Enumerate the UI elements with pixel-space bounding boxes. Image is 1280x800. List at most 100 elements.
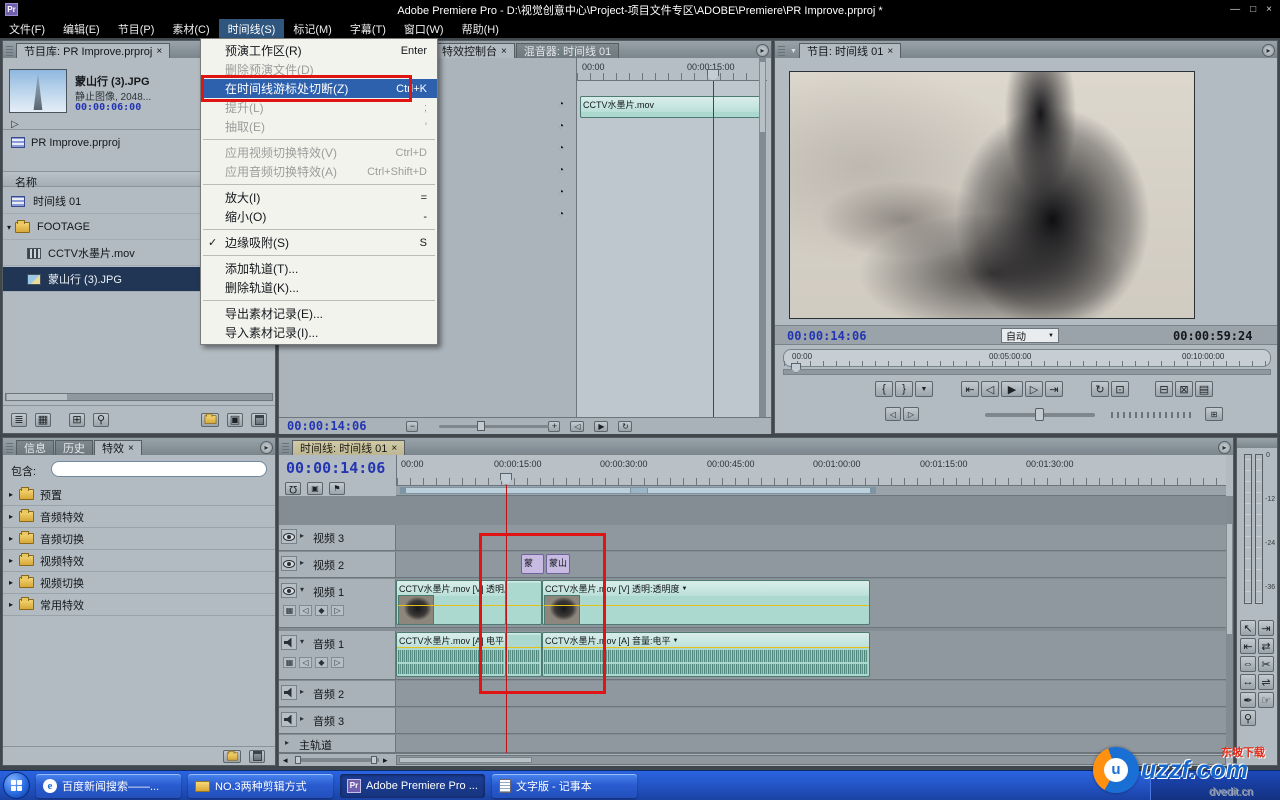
zoom-in-icon[interactable]: +	[548, 421, 560, 432]
set-encore-marker-icon[interactable]: ▣	[307, 482, 323, 495]
panel-menu-icon[interactable]: ▸	[756, 44, 769, 57]
effect-controls-ruler[interactable]: 00:00 00:00:15:00	[577, 58, 767, 81]
clip-a1-segment-1[interactable]: CCTV水墨片.mov [A] 电平▼	[396, 632, 506, 677]
tab-close-icon[interactable]: ×	[887, 46, 893, 57]
hand-tool-icon[interactable]: ☞	[1258, 692, 1274, 708]
zoom-out-icon[interactable]: ◂	[283, 755, 288, 766]
expand-open-icon[interactable]: ▾	[7, 223, 11, 232]
fx-dropdown-icon[interactable]: ▼	[682, 586, 688, 592]
clip-v1-segment-1[interactable]: CCTV水墨片.mov [V] 透明度▼	[396, 580, 506, 625]
track-header-video-2[interactable]: ▸ 视频 2	[279, 552, 396, 578]
menu-item-razor-at-cti[interactable]: 在时间线游标处切断(Z)Ctrl+K	[201, 79, 437, 98]
menu-window[interactable]: 窗口(W)	[395, 19, 453, 39]
track-content-video-3[interactable]	[396, 525, 1226, 551]
next-keyframe-icon[interactable]: ▷	[331, 657, 344, 668]
zoom-out-icon[interactable]: −	[406, 421, 418, 432]
clip-v2-2[interactable]: 蒙山	[546, 554, 570, 574]
tab-project[interactable]: 节目库: PR Improve.prproj×	[16, 43, 170, 58]
effects-bin-favorites[interactable]: ▸ 常用特效	[3, 594, 275, 616]
panel-menu-icon[interactable]: ▸	[1218, 441, 1231, 454]
timeline-vscrollbar[interactable]	[1226, 496, 1233, 753]
stopwatch-icon[interactable]: ◔	[558, 143, 564, 154]
track-output-toggle[interactable]	[281, 529, 297, 544]
trim-icon[interactable]: ⊞	[1205, 407, 1223, 421]
rolling-edit-tool-icon[interactable]: ⇄	[1258, 638, 1274, 654]
track-header-audio-2[interactable]: ▸ 音频 2	[279, 681, 396, 707]
program-current-timecode[interactable]: 00:00:14:06	[787, 329, 866, 343]
menu-item-import-batch-list[interactable]: 导入素材记录(I)...	[201, 323, 437, 342]
menu-item-zoom-out[interactable]: 缩小(O)-	[201, 207, 437, 226]
expand-closed-icon[interactable]: ▸	[300, 558, 304, 567]
effect-controls-timecode[interactable]: 00:00:14:06	[287, 419, 366, 433]
menu-item-zoom-in[interactable]: 放大(I)=	[201, 188, 437, 207]
track-header-video-1[interactable]: ▾ 视频 1 ▦ ◁ ◆ ▷	[279, 579, 396, 628]
menu-item-add-tracks[interactable]: 添加轨道(T)...	[201, 259, 437, 278]
menu-file[interactable]: 文件(F)	[0, 19, 54, 39]
program-ruler[interactable]: 00:00 00:05:00:00 00:10:00:00	[783, 349, 1271, 367]
expand-closed-icon[interactable]: ▸	[9, 512, 13, 521]
panel-grip[interactable]	[778, 45, 785, 56]
tab-effect-controls[interactable]: 特效控制台×	[434, 43, 515, 58]
expand-closed-icon[interactable]: ▸	[285, 738, 289, 747]
new-custom-bin-icon[interactable]	[223, 750, 241, 763]
play-icon[interactable]: ▶	[1001, 381, 1023, 397]
selection-tool-icon[interactable]: ↖	[1240, 620, 1256, 636]
menu-timeline[interactable]: 时间线(S)	[219, 19, 285, 39]
set-marker-icon[interactable]: ▼	[915, 381, 933, 397]
panel-grip[interactable]	[282, 442, 289, 453]
effects-bin-audio-transitions[interactable]: ▸ 音频切换	[3, 528, 275, 550]
track-header-video-3[interactable]: ▸ 视频 3	[279, 525, 396, 551]
tab-close-icon[interactable]: ×	[128, 443, 134, 454]
shuttle-slider[interactable]	[985, 413, 1095, 417]
fit-dropdown[interactable]: 自动▼	[1001, 328, 1059, 343]
menu-item-export-batch-list[interactable]: 导出素材记录(E)...	[201, 304, 437, 323]
set-marker-icon[interactable]: ⚑	[329, 482, 345, 495]
rate-stretch-tool-icon[interactable]: ⇔	[1240, 656, 1256, 672]
menu-title[interactable]: 字幕(T)	[341, 19, 395, 39]
search-input[interactable]	[51, 461, 267, 477]
tab-audio-mixer[interactable]: 混音器: 时间线 01	[516, 43, 619, 58]
track-content-video-1[interactable]: CCTV水墨片.mov [V] 透明度▼ CCTV水墨片.mov [V] 透明:…	[396, 579, 1226, 628]
clip-v1-segment-2[interactable]	[506, 580, 542, 625]
start-button[interactable]	[3, 772, 30, 799]
track-mute-toggle[interactable]	[281, 712, 297, 727]
pen-tool-icon[interactable]: ✒	[1240, 692, 1256, 708]
expand-closed-icon[interactable]: ▸	[9, 490, 13, 499]
step-back-icon[interactable]: ◁	[570, 421, 584, 432]
track-mute-toggle[interactable]	[281, 685, 297, 700]
play-icon[interactable]: ▶	[594, 421, 608, 432]
clip-a1-segment-2[interactable]	[506, 632, 542, 677]
track-output-toggle[interactable]	[281, 583, 297, 598]
stopwatch-icon[interactable]: ◔	[558, 121, 564, 132]
restore-icon[interactable]: □	[1250, 4, 1256, 15]
program-scrollbar[interactable]	[783, 369, 1271, 375]
step-back-icon[interactable]: ◁	[981, 381, 999, 397]
slide-tool-icon[interactable]: ⇌	[1258, 674, 1274, 690]
expand-open-icon[interactable]: ▾	[300, 585, 304, 594]
tab-history[interactable]: 历史	[55, 440, 93, 455]
expand-open-icon[interactable]: ▾	[300, 637, 304, 646]
zoom-slider[interactable]	[295, 758, 379, 762]
menu-marker[interactable]: 标记(M)	[284, 19, 341, 39]
menu-edit[interactable]: 编辑(E)	[54, 19, 109, 39]
taskbar-item-premiere[interactable]: Pr Adobe Premiere Pro ...	[340, 774, 485, 798]
stopwatch-icon[interactable]: ◔	[558, 165, 564, 176]
fx-dropdown-icon[interactable]: ▼	[673, 638, 679, 644]
work-area-bar[interactable]	[396, 486, 1226, 496]
effects-bin-video-effects[interactable]: ▸ 视频特效	[3, 550, 275, 572]
expand-closed-icon[interactable]: ▸	[300, 687, 304, 696]
tab-program[interactable]: 节目: 时间线 01×	[799, 43, 901, 58]
expand-closed-icon[interactable]: ▸	[300, 714, 304, 723]
tab-close-icon[interactable]: ×	[501, 46, 507, 57]
clip-v1-segment-3[interactable]: CCTV水墨片.mov [V] 透明:透明度▼	[542, 580, 870, 625]
zoom-slider[interactable]	[439, 425, 549, 428]
step-forward-icon[interactable]: ▷	[1025, 381, 1043, 397]
panel-menu-icon[interactable]: ▸	[1262, 44, 1275, 57]
menu-item-snap[interactable]: ✓ 边缘吸附(S)S	[201, 233, 437, 252]
menu-project[interactable]: 节目(P)	[109, 19, 164, 39]
effects-bin-audio-effects[interactable]: ▸ 音频特效	[3, 506, 275, 528]
minimize-icon[interactable]: —	[1230, 4, 1240, 15]
clip-a1-segment-3[interactable]: CCTV水墨片.mov [A] 音量:电平▼	[542, 632, 870, 677]
export-frame-icon[interactable]: ▤	[1195, 381, 1213, 397]
expand-closed-icon[interactable]: ▸	[9, 556, 13, 565]
